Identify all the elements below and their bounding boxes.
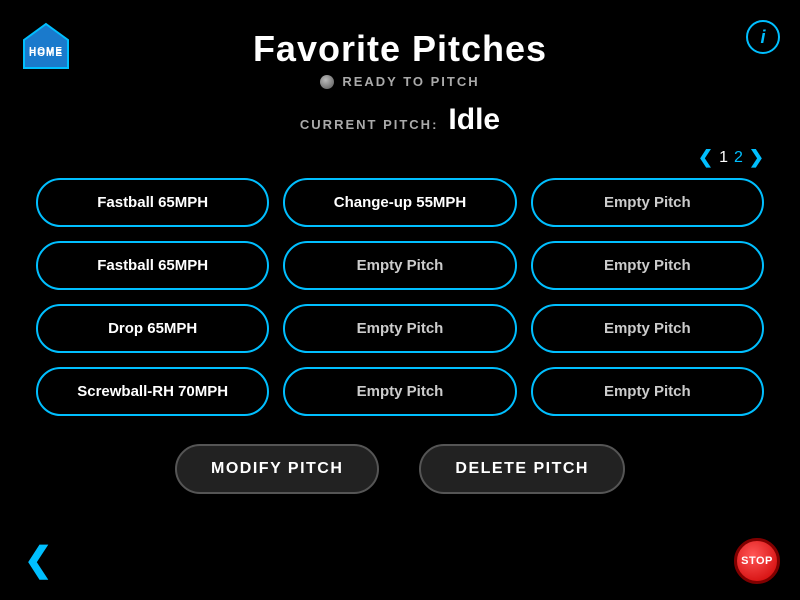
empty-pitch-button[interactable]: Empty Pitch	[283, 367, 516, 416]
page-1[interactable]: 1	[719, 149, 728, 167]
empty-pitch-button[interactable]: Empty Pitch	[283, 304, 516, 353]
page-header: Favorite Pitches READY TO PITCH	[0, 0, 800, 89]
stop-button[interactable]: STOP	[734, 538, 780, 584]
pitch-button[interactable]: Change-up 55MPH	[283, 178, 516, 227]
empty-pitch-button[interactable]: Empty Pitch	[531, 178, 764, 227]
empty-pitch-button[interactable]: Empty Pitch	[531, 241, 764, 290]
delete-pitch-button[interactable]: DELETE PITCH	[419, 444, 625, 494]
info-button[interactable]: i	[746, 20, 780, 54]
pitch-grid: Fastball 65MPH Change-up 55MPH Empty Pitch…	[36, 178, 764, 416]
ready-row: READY TO PITCH	[0, 74, 800, 89]
pitch-button[interactable]: Fastball 65MPH	[36, 178, 269, 227]
pitch-button[interactable]: Fastball 65MPH	[36, 241, 269, 290]
page-2[interactable]: 2	[734, 149, 743, 167]
empty-pitch-button[interactable]: Empty Pitch	[531, 367, 764, 416]
status-dot	[320, 75, 334, 89]
pitch-button[interactable]: Screwball-RH 70MPH	[36, 367, 269, 416]
page-next-arrow[interactable]: ❯	[749, 147, 764, 168]
current-pitch-label: CURRENT PITCH:	[300, 117, 439, 132]
page-prev-arrow[interactable]: ❮	[698, 147, 713, 168]
current-pitch-row: CURRENT PITCH: Idle	[0, 103, 800, 137]
back-arrow[interactable]: ❮	[24, 540, 53, 580]
pitch-button[interactable]: Drop 65MPH	[36, 304, 269, 353]
empty-pitch-button[interactable]: Empty Pitch	[283, 241, 516, 290]
modify-pitch-button[interactable]: MODIFY PITCH	[175, 444, 379, 494]
bottom-row: MODIFY PITCH DELETE PITCH	[0, 444, 800, 494]
page-title: Favorite Pitches	[0, 28, 800, 70]
current-pitch-value: Idle	[448, 103, 500, 137]
ready-label: READY TO PITCH	[342, 74, 479, 89]
pagination: ❮ 1 2 ❯	[0, 147, 800, 168]
empty-pitch-button[interactable]: Empty Pitch	[531, 304, 764, 353]
